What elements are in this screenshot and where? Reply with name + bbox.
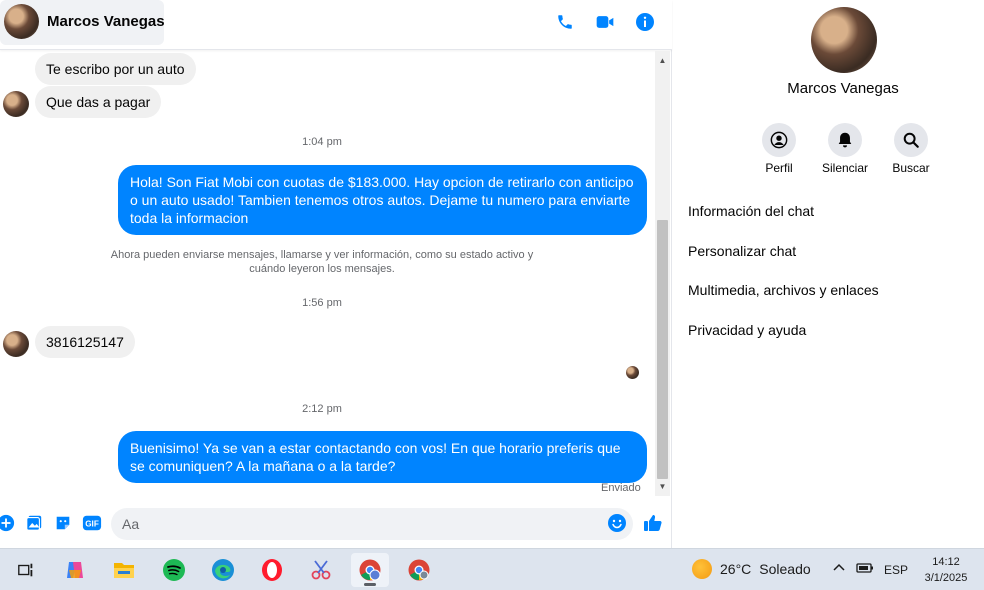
chat-header: Marcos Vanegas [0,0,672,50]
details-contact-name: Marcos Vanegas [787,80,899,97]
svg-text:GIF: GIF [85,520,99,529]
chevron-up-icon[interactable] [832,561,846,578]
composer: GIF [0,500,672,548]
message-list: Te escribo por un auto Que das a pagar 1… [0,51,656,496]
menu-privacy-help[interactable]: Privacidad y ayuda [688,322,806,338]
language-indicator[interactable]: ESP [884,563,908,577]
search-icon[interactable] [894,123,928,157]
battery-icon[interactable] [856,561,874,578]
delivery-status: Enviado [601,482,641,494]
menu-customize-chat[interactable]: Personalizar chat [688,243,796,259]
sender-avatar[interactable] [3,91,29,117]
timestamp: 1:04 pm [302,136,342,148]
phone-icon[interactable] [554,11,576,33]
system-tray: ESP [832,561,908,578]
search-button[interactable]: Buscar [892,123,930,175]
outgoing-message[interactable]: Hola! Son Fiat Mobi con cuotas de $183.0… [118,165,647,235]
task-view-icon[interactable] [7,553,45,587]
mute-button[interactable]: Silenciar [822,123,868,175]
incoming-message[interactable]: Que das a pagar [35,86,162,118]
snipping-tool-icon[interactable] [302,553,340,587]
bell-icon[interactable] [828,123,862,157]
profile-icon[interactable] [762,123,796,157]
scrollbar[interactable]: ▲ ▼ [655,51,670,496]
photo-icon[interactable] [24,513,44,533]
header-actions [554,11,656,33]
plus-icon[interactable] [0,513,16,533]
quick-actions: Perfil Silenciar Buscar [760,123,930,175]
scroll-down-icon[interactable]: ▼ [655,479,670,494]
contact-name[interactable]: Marcos Vanegas [47,13,165,30]
chrome-profile-icon[interactable] [351,553,389,587]
outgoing-message[interactable]: Buenisimo! Ya se van a estar contactando… [118,431,647,483]
incoming-message[interactable]: Te escribo por un auto [35,53,196,85]
timestamp: 2:12 pm [302,403,342,415]
taskbar: 26°C Soleado ESP 14:12 3/1/2025 [0,548,984,590]
weather-condition: Soleado [759,561,811,577]
profile-avatar[interactable] [811,7,877,73]
info-icon[interactable] [634,11,656,33]
contact-chip[interactable]: Marcos Vanegas [0,0,165,45]
scroll-thumb[interactable] [657,220,668,479]
mute-label: Silenciar [821,161,869,175]
weather-temperature: 26°C [720,561,752,577]
menu-media-files-links[interactable]: Multimedia, archivos y enlaces [688,282,879,298]
clock-time: 14:12 [932,556,960,568]
file-explorer-icon[interactable] [105,553,143,587]
scroll-up-icon[interactable]: ▲ [655,53,670,68]
clock[interactable]: 14:12 3/1/2025 [916,554,976,586]
incoming-message[interactable]: 3816125147 [35,326,135,358]
edge-icon[interactable] [204,553,242,587]
spotify-icon[interactable] [155,553,193,587]
profile-label: Perfil [765,161,793,175]
system-note: Ahora pueden enviarse mensajes, llamarse… [110,249,534,275]
contact-avatar[interactable] [4,4,39,39]
profile-button[interactable]: Perfil [760,123,798,175]
opera-icon[interactable] [253,553,291,587]
menu-chat-info[interactable]: Información del chat [688,203,814,219]
chat-details-panel: Marcos Vanegas Perfil Silenciar Buscar I… [673,0,984,548]
search-label: Buscar [892,161,930,175]
gif-icon[interactable]: GIF [82,513,102,533]
weather-widget[interactable]: 26°C Soleado [692,559,811,579]
sticker-icon[interactable] [53,513,73,533]
chat-panel: Marcos Vanegas Te escribo por un auto Qu… [0,0,672,548]
sun-icon [692,559,712,579]
timestamp: 1:56 pm [302,297,342,309]
chrome-icon[interactable] [400,553,438,587]
sender-avatar[interactable] [3,331,29,357]
clock-date: 3/1/2025 [924,572,968,584]
message-input[interactable] [111,508,633,540]
copilot-icon[interactable] [56,553,94,587]
seen-avatar [626,366,639,379]
emoji-icon[interactable] [607,513,627,533]
video-call-icon[interactable] [594,11,616,33]
like-icon[interactable] [643,513,663,533]
